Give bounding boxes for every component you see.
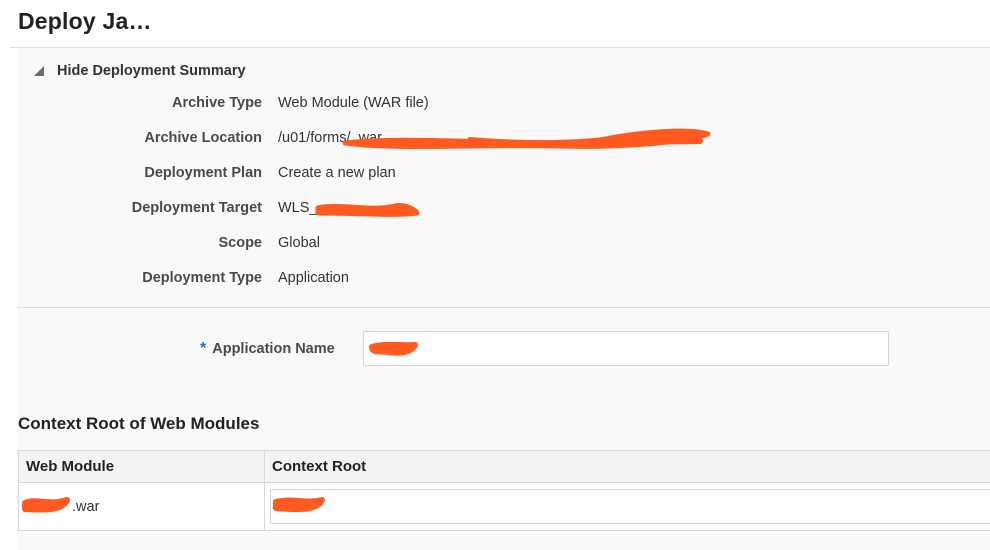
section-divider [17, 307, 990, 308]
summary-row-scope: Scope Global [0, 235, 990, 255]
context-root-input[interactable] [270, 489, 990, 524]
context-root-cell [265, 483, 990, 531]
summary-row-deployment-plan: Deployment Plan Create a new plan [0, 165, 990, 185]
summary-label: Deployment Plan [144, 165, 262, 181]
summary-row-archive-type: Archive Type Web Module (WAR file) [0, 95, 990, 115]
page-title: Deploy Ja… [18, 8, 152, 34]
hide-deployment-summary-toggle[interactable]: Hide Deployment Summary [33, 63, 246, 79]
summary-value: Create a new plan [278, 165, 396, 181]
summary-label: Archive Type [172, 95, 262, 111]
web-module-cell: .war [19, 483, 265, 531]
summary-value: WLS_ [278, 200, 318, 216]
application-name-label: * Application Name [200, 340, 335, 358]
triangle-collapse-icon [34, 66, 44, 76]
application-name-input[interactable] [363, 331, 889, 366]
column-header-web-module[interactable]: Web Module [19, 451, 265, 483]
summary-row-deployment-type: Deployment Type Application [0, 270, 990, 290]
summary-label: Deployment Target [131, 200, 262, 216]
application-name-label-text: Application Name [212, 341, 335, 357]
summary-label: Deployment Type [142, 270, 262, 286]
summary-row-deployment-target: Deployment Target WLS_ [0, 200, 990, 220]
summary-label: Scope [218, 235, 262, 251]
summary-value: Global [278, 235, 320, 251]
summary-value: /u01/forms/ .war [278, 130, 382, 146]
summary-value: Web Module (WAR file) [278, 95, 429, 111]
web-module-name: .war [72, 499, 100, 515]
column-header-context-root[interactable]: Context Root [265, 451, 990, 483]
summary-label: Archive Location [144, 130, 262, 146]
context-root-heading: Context Root of Web Modules [18, 414, 260, 433]
context-root-table: Web Module Context Root .war [18, 450, 990, 531]
toggle-label: Hide Deployment Summary [57, 63, 246, 79]
summary-value: Application [278, 270, 349, 286]
summary-row-archive-location: Archive Location /u01/forms/ .war [0, 130, 990, 150]
required-marker: * [200, 340, 207, 357]
